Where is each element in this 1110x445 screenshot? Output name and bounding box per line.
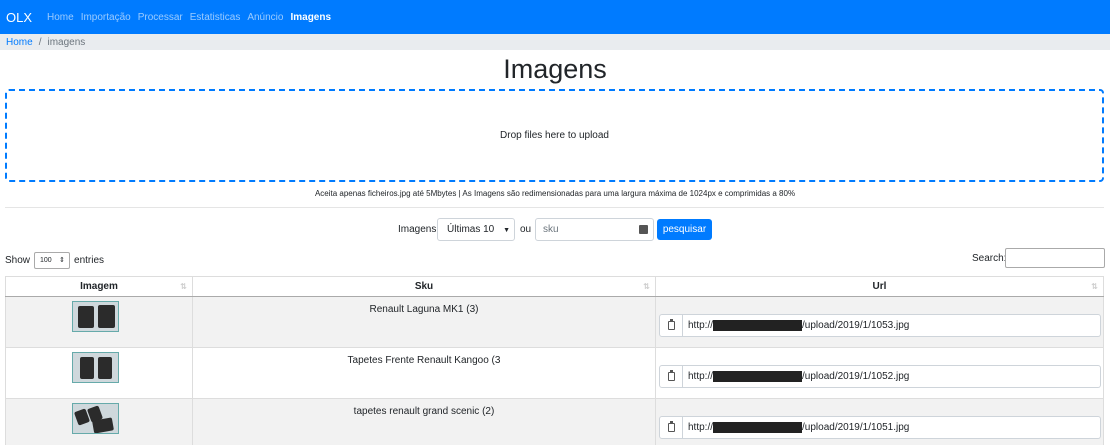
sku-text: Tapetes Frente Renault Kangoo (3 — [347, 355, 501, 366]
table-row: tapetes renault grand scenic (2) http://… — [5, 399, 1104, 445]
col-url[interactable]: Url ⇅ — [655, 277, 1104, 296]
image-cell — [5, 399, 192, 445]
col-imagem-label: Imagem — [80, 281, 118, 292]
redacted-host — [713, 371, 803, 382]
entries-length: Show 100 ⇕ entries — [5, 252, 104, 269]
url-suffix: /upload/2019/1/1051.jpg — [802, 422, 910, 433]
url-prefix: http:// — [688, 320, 714, 331]
sku-text: Renault Laguna MK1 (3) — [369, 304, 479, 315]
col-imagem[interactable]: Imagem ⇅ — [5, 277, 192, 296]
breadcrumb: Home / imagens — [0, 34, 1110, 50]
sku-cell: tapetes renault grand scenic (2) — [192, 399, 655, 445]
copy-button[interactable] — [659, 314, 683, 337]
nav-estatisticas[interactable]: Estatisticas — [190, 12, 241, 23]
updown-icon: ⇕ — [59, 257, 66, 264]
upload-note: Aceita apenas ficheiros.jpg até 5Mbytes … — [314, 189, 796, 198]
navbar: OLX Home Importação Processar Estatistic… — [0, 0, 1110, 34]
product-thumbnail[interactable] — [72, 403, 119, 434]
url-field[interactable]: http:// /upload/2019/1/1052.jpg — [683, 365, 1101, 388]
col-url-label: Url — [872, 281, 887, 292]
nav-imagens[interactable]: Imagens — [290, 12, 331, 23]
image-cell — [5, 348, 192, 398]
ou-label: ou — [520, 224, 532, 235]
col-sku-label: Sku — [414, 281, 434, 292]
product-thumbnail[interactable] — [72, 301, 119, 332]
url-group: http:// /upload/2019/1/1051.jpg — [659, 416, 1101, 439]
redacted-host — [713, 422, 803, 433]
url-group: http:// /upload/2019/1/1053.jpg — [659, 314, 1101, 337]
redacted-host — [713, 320, 803, 331]
table-header: Imagem ⇅ Sku ⇅ Url ⇅ — [5, 276, 1104, 297]
url-field[interactable]: http:// /upload/2019/1/1051.jpg — [683, 416, 1101, 439]
show-label: Show — [5, 255, 31, 266]
entries-select[interactable]: 100 ⇕ — [34, 252, 71, 269]
url-cell: http:// /upload/2019/1/1051.jpg — [655, 399, 1104, 445]
url-suffix: /upload/2019/1/1052.jpg — [802, 371, 910, 382]
url-prefix: http:// — [688, 371, 714, 382]
sku-input[interactable]: sku — [535, 218, 654, 241]
table-search-input[interactable] — [1005, 248, 1105, 268]
table-row: Tapetes Frente Renault Kangoo (3 http://… — [5, 348, 1104, 399]
images-select[interactable]: Últimas 10 ▼ — [437, 218, 515, 241]
nav-importacao[interactable]: Importação — [81, 12, 131, 23]
filter-label: Imagens — [398, 224, 437, 235]
breadcrumb-separator: / — [38, 36, 42, 48]
brand-logo[interactable]: OLX — [6, 10, 32, 25]
nav-anuncio[interactable]: Anúncio — [247, 12, 283, 23]
nav-processar[interactable]: Processar — [138, 12, 183, 23]
keyboard-icon — [639, 225, 648, 234]
url-cell: http:// /upload/2019/1/1052.jpg — [655, 348, 1104, 398]
table-row: Renault Laguna MK1 (3) http:// /upload/20… — [5, 297, 1104, 348]
entries-select-value: 100 — [40, 257, 52, 264]
image-cell — [5, 297, 192, 347]
url-cell: http:// /upload/2019/1/1053.jpg — [655, 297, 1104, 347]
copy-button[interactable] — [659, 365, 683, 388]
divider — [5, 207, 1104, 208]
url-prefix: http:// — [688, 422, 714, 433]
sort-icon: ⇅ — [643, 282, 650, 291]
url-field[interactable]: http:// /upload/2019/1/1053.jpg — [683, 314, 1101, 337]
images-select-value: Últimas 10 — [447, 224, 495, 235]
images-table: Imagem ⇅ Sku ⇅ Url ⇅ Renault Laguna MK1 (3)… — [5, 276, 1104, 445]
sku-cell: Renault Laguna MK1 (3) — [192, 297, 655, 347]
breadcrumb-current: imagens — [47, 36, 86, 48]
sku-cell: Tapetes Frente Renault Kangoo (3 — [192, 348, 655, 398]
search-label: Search: — [972, 253, 1007, 264]
url-group: http:// /upload/2019/1/1052.jpg — [659, 365, 1101, 388]
nav-home[interactable]: Home — [47, 12, 74, 23]
sku-text: tapetes renault grand scenic (2) — [353, 406, 495, 417]
entries-label: entries — [74, 255, 105, 266]
copy-button[interactable] — [659, 416, 683, 439]
breadcrumb-home[interactable]: Home — [6, 37, 33, 48]
sku-placeholder: sku — [543, 224, 559, 235]
product-thumbnail[interactable] — [72, 352, 119, 383]
clipboard-icon — [667, 319, 675, 330]
clipboard-icon — [667, 421, 675, 432]
dropzone-text: Drop files here to upload — [500, 130, 609, 141]
clipboard-icon — [667, 370, 675, 381]
sort-icon: ⇅ — [1091, 282, 1098, 291]
url-suffix: /upload/2019/1/1053.jpg — [802, 320, 910, 331]
col-sku[interactable]: Sku ⇅ — [192, 277, 655, 296]
sort-icon: ⇅ — [180, 282, 187, 291]
page-title: Imagens — [503, 54, 607, 84]
upload-dropzone[interactable]: Drop files here to upload — [5, 89, 1104, 182]
caret-down-icon: ▼ — [503, 227, 510, 234]
pesquisar-button[interactable]: pesquisar — [657, 219, 712, 240]
